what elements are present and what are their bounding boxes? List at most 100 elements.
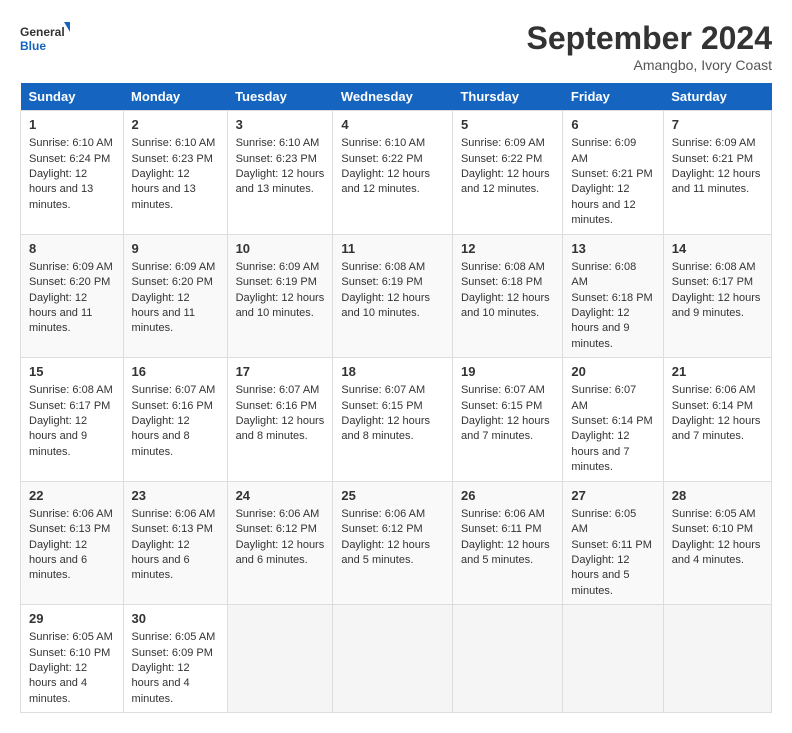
sunset-text: Sunset: 6:18 PM — [461, 276, 542, 288]
calendar-row: 15 Sunrise: 6:08 AM Sunset: 6:17 PM Dayl… — [21, 358, 772, 482]
sunset-text: Sunset: 6:22 PM — [461, 153, 542, 165]
title-section: September 2024 Amangbo, Ivory Coast — [527, 20, 772, 73]
sunrise-text: Sunrise: 6:07 AM — [571, 384, 636, 411]
calendar-cell: 9 Sunrise: 6:09 AM Sunset: 6:20 PM Dayli… — [123, 234, 227, 358]
calendar-cell: 6 Sunrise: 6:09 AM Sunset: 6:21 PM Dayli… — [563, 111, 663, 235]
calendar-cell: 11 Sunrise: 6:08 AM Sunset: 6:19 PM Dayl… — [333, 234, 453, 358]
sunrise-text: Sunrise: 6:10 AM — [132, 137, 216, 149]
sunrise-text: Sunrise: 6:09 AM — [672, 137, 756, 149]
calendar-cell: 27 Sunrise: 6:05 AM Sunset: 6:11 PM Dayl… — [563, 481, 663, 605]
sunset-text: Sunset: 6:21 PM — [672, 153, 753, 165]
daylight-text: Daylight: 12 hours and 11 minutes. — [672, 168, 761, 195]
sunset-text: Sunset: 6:23 PM — [236, 153, 317, 165]
day-number: 1 — [29, 116, 115, 134]
sunrise-text: Sunrise: 6:07 AM — [236, 384, 320, 396]
sunset-text: Sunset: 6:10 PM — [672, 523, 753, 535]
calendar-cell: 25 Sunrise: 6:06 AM Sunset: 6:12 PM Dayl… — [333, 481, 453, 605]
sunset-text: Sunset: 6:20 PM — [29, 276, 110, 288]
sunset-text: Sunset: 6:20 PM — [132, 276, 213, 288]
sunrise-text: Sunrise: 6:07 AM — [341, 384, 425, 396]
sunset-text: Sunset: 6:14 PM — [672, 400, 753, 412]
daylight-text: Daylight: 12 hours and 4 minutes. — [672, 539, 761, 566]
day-number: 4 — [341, 116, 444, 134]
logo-icon: General Blue — [20, 20, 70, 60]
calendar-cell: 21 Sunrise: 6:06 AM Sunset: 6:14 PM Dayl… — [663, 358, 771, 482]
calendar-cell: 23 Sunrise: 6:06 AM Sunset: 6:13 PM Dayl… — [123, 481, 227, 605]
header-saturday: Saturday — [663, 83, 771, 111]
sunrise-text: Sunrise: 6:09 AM — [29, 261, 113, 273]
calendar-cell: 30 Sunrise: 6:05 AM Sunset: 6:09 PM Dayl… — [123, 605, 227, 713]
sunrise-text: Sunrise: 6:06 AM — [29, 508, 113, 520]
sunset-text: Sunset: 6:11 PM — [461, 523, 542, 535]
calendar-cell: 7 Sunrise: 6:09 AM Sunset: 6:21 PM Dayli… — [663, 111, 771, 235]
daylight-text: Daylight: 12 hours and 6 minutes. — [29, 539, 87, 582]
daylight-text: Daylight: 12 hours and 6 minutes. — [132, 539, 190, 582]
calendar-table: Sunday Monday Tuesday Wednesday Thursday… — [20, 83, 772, 713]
calendar-cell: 10 Sunrise: 6:09 AM Sunset: 6:19 PM Dayl… — [227, 234, 333, 358]
day-number: 9 — [132, 240, 219, 258]
sunrise-text: Sunrise: 6:05 AM — [132, 631, 216, 643]
daylight-text: Daylight: 12 hours and 10 minutes. — [341, 292, 430, 319]
daylight-text: Daylight: 12 hours and 8 minutes. — [132, 415, 190, 458]
daylight-text: Daylight: 12 hours and 11 minutes. — [29, 292, 92, 335]
calendar-cell: 18 Sunrise: 6:07 AM Sunset: 6:15 PM Dayl… — [333, 358, 453, 482]
sunset-text: Sunset: 6:19 PM — [341, 276, 422, 288]
sunset-text: Sunset: 6:12 PM — [341, 523, 422, 535]
sunrise-text: Sunrise: 6:10 AM — [236, 137, 320, 149]
day-number: 19 — [461, 363, 554, 381]
sunset-text: Sunset: 6:13 PM — [29, 523, 110, 535]
sunset-text: Sunset: 6:23 PM — [132, 153, 213, 165]
day-number: 22 — [29, 487, 115, 505]
calendar-cell — [333, 605, 453, 713]
day-number: 7 — [672, 116, 763, 134]
sunrise-text: Sunrise: 6:09 AM — [236, 261, 320, 273]
calendar-cell: 12 Sunrise: 6:08 AM Sunset: 6:18 PM Dayl… — [452, 234, 562, 358]
calendar-row: 22 Sunrise: 6:06 AM Sunset: 6:13 PM Dayl… — [21, 481, 772, 605]
day-number: 3 — [236, 116, 325, 134]
header-thursday: Thursday — [452, 83, 562, 111]
header-wednesday: Wednesday — [333, 83, 453, 111]
daylight-text: Daylight: 12 hours and 10 minutes. — [461, 292, 550, 319]
sunrise-text: Sunrise: 6:05 AM — [571, 508, 636, 535]
sunrise-text: Sunrise: 6:07 AM — [132, 384, 216, 396]
day-number: 11 — [341, 240, 444, 258]
day-number: 10 — [236, 240, 325, 258]
calendar-cell — [563, 605, 663, 713]
sunset-text: Sunset: 6:24 PM — [29, 153, 110, 165]
day-number: 8 — [29, 240, 115, 258]
calendar-cell: 17 Sunrise: 6:07 AM Sunset: 6:16 PM Dayl… — [227, 358, 333, 482]
calendar-cell: 5 Sunrise: 6:09 AM Sunset: 6:22 PM Dayli… — [452, 111, 562, 235]
day-number: 28 — [672, 487, 763, 505]
sunrise-text: Sunrise: 6:06 AM — [236, 508, 320, 520]
calendar-cell: 4 Sunrise: 6:10 AM Sunset: 6:22 PM Dayli… — [333, 111, 453, 235]
daylight-text: Daylight: 12 hours and 4 minutes. — [132, 662, 190, 705]
day-number: 21 — [672, 363, 763, 381]
calendar-cell: 26 Sunrise: 6:06 AM Sunset: 6:11 PM Dayl… — [452, 481, 562, 605]
calendar-row: 8 Sunrise: 6:09 AM Sunset: 6:20 PM Dayli… — [21, 234, 772, 358]
daylight-text: Daylight: 12 hours and 13 minutes. — [132, 168, 196, 211]
sunset-text: Sunset: 6:12 PM — [236, 523, 317, 535]
calendar-cell — [663, 605, 771, 713]
header-sunday: Sunday — [21, 83, 124, 111]
daylight-text: Daylight: 12 hours and 4 minutes. — [29, 662, 87, 705]
calendar-cell: 19 Sunrise: 6:07 AM Sunset: 6:15 PM Dayl… — [452, 358, 562, 482]
day-number: 14 — [672, 240, 763, 258]
calendar-cell: 15 Sunrise: 6:08 AM Sunset: 6:17 PM Dayl… — [21, 358, 124, 482]
sunset-text: Sunset: 6:15 PM — [341, 400, 422, 412]
logo: General Blue — [20, 20, 70, 60]
calendar-cell: 24 Sunrise: 6:06 AM Sunset: 6:12 PM Dayl… — [227, 481, 333, 605]
sunrise-text: Sunrise: 6:05 AM — [29, 631, 113, 643]
sunset-text: Sunset: 6:18 PM — [571, 292, 652, 304]
sunrise-text: Sunrise: 6:08 AM — [341, 261, 425, 273]
calendar-cell: 16 Sunrise: 6:07 AM Sunset: 6:16 PM Dayl… — [123, 358, 227, 482]
svg-text:General: General — [20, 25, 65, 39]
daylight-text: Daylight: 12 hours and 8 minutes. — [236, 415, 325, 442]
daylight-text: Daylight: 12 hours and 11 minutes. — [132, 292, 195, 335]
day-number: 2 — [132, 116, 219, 134]
day-number: 23 — [132, 487, 219, 505]
sunrise-text: Sunrise: 6:06 AM — [132, 508, 216, 520]
sunrise-text: Sunrise: 6:06 AM — [672, 384, 756, 396]
day-number: 13 — [571, 240, 654, 258]
sunrise-text: Sunrise: 6:09 AM — [132, 261, 216, 273]
daylight-text: Daylight: 12 hours and 12 minutes. — [571, 183, 635, 226]
